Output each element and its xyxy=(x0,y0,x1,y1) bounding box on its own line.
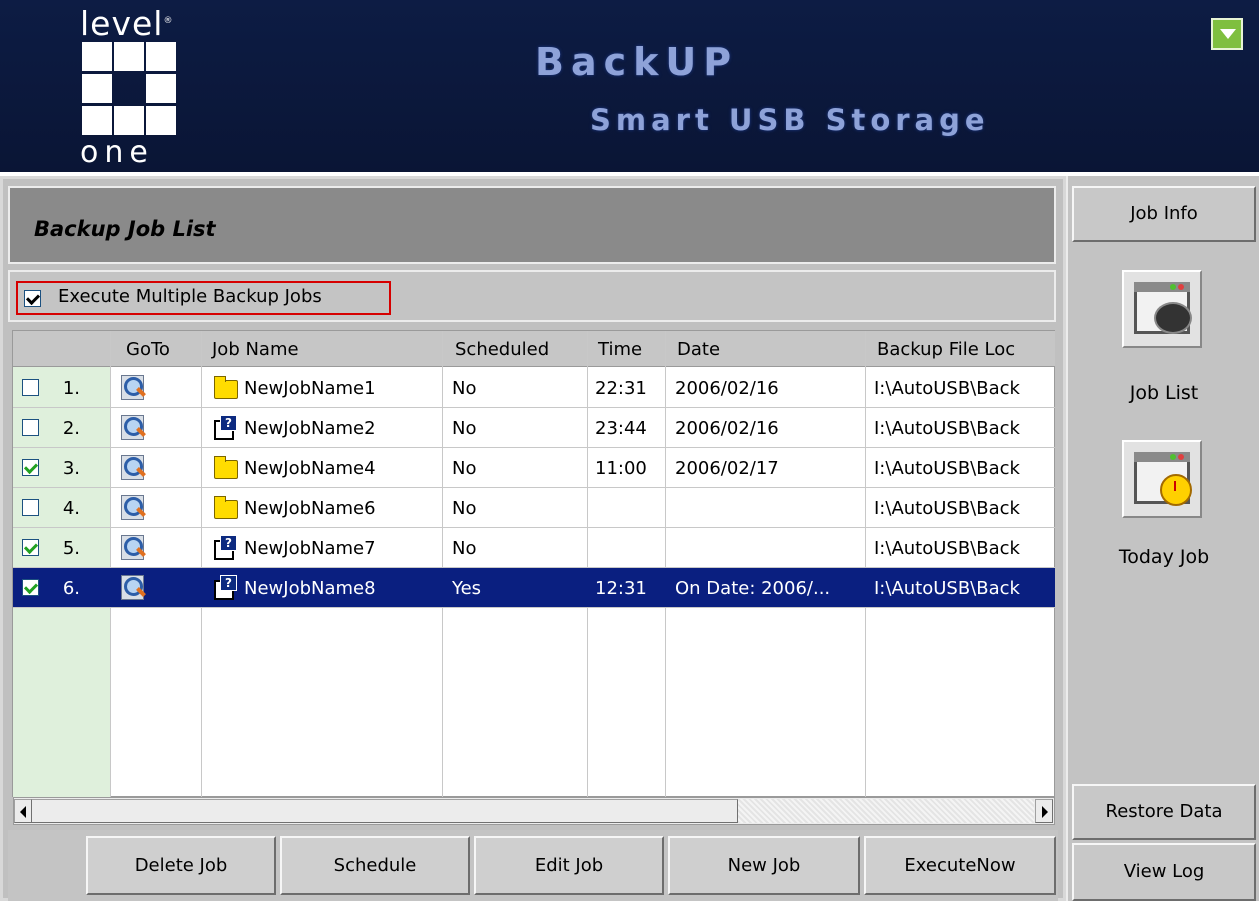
job-location: I:\AutoUSB\Back xyxy=(874,498,1020,519)
job-date: On Date: 2006/... xyxy=(675,578,831,599)
folder-icon xyxy=(214,456,238,479)
script-icon: ? xyxy=(214,535,237,560)
folder-icon xyxy=(214,376,238,399)
edit-job-button[interactable]: Edit Job xyxy=(474,836,664,895)
job-time: 12:31 xyxy=(595,578,647,599)
column-header-goto[interactable]: GoTo xyxy=(126,339,170,360)
job-time: 23:44 xyxy=(595,418,647,439)
execute-multiple-label[interactable]: Execute Multiple Backup Jobs xyxy=(58,286,322,307)
delete-job-button[interactable]: Delete Job xyxy=(86,836,276,895)
scroll-thumb[interactable] xyxy=(31,799,738,823)
job-location: I:\AutoUSB\Back xyxy=(874,538,1020,559)
job-scheduled: No xyxy=(452,538,477,559)
job-time: 22:31 xyxy=(595,378,647,399)
script-icon: ? xyxy=(214,415,237,440)
script-icon: ? xyxy=(214,575,237,600)
job-name: NewJobName1 xyxy=(244,378,376,399)
row-number: 6. xyxy=(62,578,80,599)
job-scheduled: No xyxy=(452,498,477,519)
row-checkbox[interactable] xyxy=(22,459,39,476)
row-number: 4. xyxy=(62,498,80,519)
job-name: NewJobName6 xyxy=(244,498,376,519)
execute-now-button[interactable]: ExecuteNow xyxy=(864,836,1056,895)
job-date: 2006/02/17 xyxy=(675,458,779,479)
brand-logo-icon xyxy=(80,40,180,136)
job-info-button[interactable]: Job Info xyxy=(1072,186,1256,242)
job-location: I:\AutoUSB\Back xyxy=(874,458,1020,479)
today-job-icon[interactable] xyxy=(1122,440,1202,518)
folder-icon xyxy=(214,496,238,519)
new-job-button[interactable]: New Job xyxy=(668,836,860,895)
job-name: NewJobName8 xyxy=(244,578,376,599)
column-header-job-name[interactable]: Job Name xyxy=(212,339,299,360)
job-list-label[interactable]: Job List xyxy=(1072,382,1256,404)
column-header-scheduled[interactable]: Scheduled xyxy=(455,339,549,360)
goto-icon[interactable] xyxy=(120,574,146,600)
row-checkbox[interactable] xyxy=(22,419,39,436)
goto-icon[interactable] xyxy=(120,374,146,400)
job-location: I:\AutoUSB\Back xyxy=(874,378,1020,399)
job-scheduled: No xyxy=(452,458,477,479)
job-list-icon[interactable] xyxy=(1122,270,1202,348)
row-checkbox[interactable] xyxy=(22,499,39,516)
scroll-left-icon[interactable] xyxy=(14,799,32,823)
job-scheduled: No xyxy=(452,378,477,399)
job-scheduled: No xyxy=(452,418,477,439)
column-header-date[interactable]: Date xyxy=(677,339,720,360)
row-number: 3. xyxy=(62,458,80,479)
job-name: NewJobName7 xyxy=(244,538,376,559)
restore-data-button[interactable]: Restore Data xyxy=(1072,784,1256,840)
menu-dropdown-icon[interactable] xyxy=(1211,18,1243,50)
today-job-label[interactable]: Today Job xyxy=(1072,546,1256,568)
job-date: 2006/02/16 xyxy=(675,378,779,399)
page-title: Backup Job List xyxy=(34,217,216,241)
job-name: NewJobName2 xyxy=(244,418,376,439)
goto-icon[interactable] xyxy=(120,534,146,560)
column-header-backup-location[interactable]: Backup File Loc xyxy=(877,339,1015,360)
execute-multiple-checkbox[interactable] xyxy=(24,290,41,307)
app-title: BackUP xyxy=(535,40,739,84)
row-checkbox[interactable] xyxy=(22,539,39,556)
brand-logo-text-bottom: one xyxy=(80,135,154,170)
job-date: 2006/02/16 xyxy=(675,418,779,439)
job-location: I:\AutoUSB\Back xyxy=(874,578,1020,599)
goto-icon[interactable] xyxy=(120,454,146,480)
app-subtitle: Smart USB Storage xyxy=(590,103,990,137)
job-scheduled: Yes xyxy=(452,578,482,599)
schedule-button[interactable]: Schedule xyxy=(280,836,470,895)
job-location: I:\AutoUSB\Back xyxy=(874,418,1020,439)
brand-logo-text-top: level® xyxy=(80,4,174,43)
job-time: 11:00 xyxy=(595,458,647,479)
scroll-right-icon[interactable] xyxy=(1035,799,1053,823)
view-log-button[interactable]: View Log xyxy=(1072,843,1256,901)
row-number: 1. xyxy=(62,378,80,399)
job-name: NewJobName4 xyxy=(244,458,376,479)
row-number: 5. xyxy=(62,538,80,559)
row-checkbox[interactable] xyxy=(22,379,39,396)
row-checkbox[interactable] xyxy=(22,579,39,596)
goto-icon[interactable] xyxy=(120,414,146,440)
row-number: 2. xyxy=(62,418,80,439)
column-header-time[interactable]: Time xyxy=(598,339,642,360)
goto-icon[interactable] xyxy=(120,494,146,520)
